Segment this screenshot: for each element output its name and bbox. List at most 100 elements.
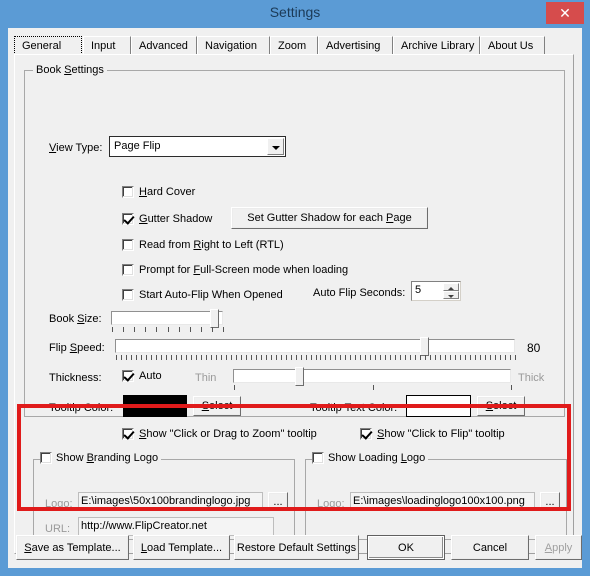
- dialog-client-area: General Input Advanced Navigation Zoom A…: [8, 28, 582, 568]
- flip-tooltip-checkbox-row[interactable]: Show "Click to Flip" tooltip: [360, 428, 505, 440]
- auto-flip-checkbox-row[interactable]: Start Auto-Flip When Opened: [122, 289, 283, 301]
- tab-page-general: Book Settings View Type: Page Flip Hard …: [14, 54, 574, 554]
- tab-archive-library[interactable]: Archive Library: [393, 36, 480, 55]
- tab-advanced[interactable]: Advanced: [131, 36, 197, 55]
- thickness-label: Thickness:: [49, 372, 102, 384]
- tab-about-us[interactable]: About Us: [480, 36, 545, 55]
- load-template-label: Load Template...: [140, 541, 223, 554]
- tooltip-color-select-label: Select: [201, 400, 233, 412]
- load-template-button[interactable]: Load Template...: [133, 535, 230, 560]
- branding-logo-path-input[interactable]: E:\images\50x100brandinglogo.jpg: [78, 492, 263, 511]
- book-size-slider-ticks: [112, 327, 224, 333]
- branding-logo-browse-label: ...: [273, 495, 283, 508]
- tooltip-color-swatch[interactable]: [123, 395, 187, 417]
- fullscreen-prompt-checkbox-row[interactable]: Prompt for Full-Screen mode when loading: [122, 264, 348, 276]
- settings-window: Settings ✕ General Input Advanced Naviga…: [0, 0, 590, 576]
- rtl-checkbox-row[interactable]: Read from Right to Left (RTL): [122, 239, 284, 251]
- close-icon[interactable]: ✕: [546, 2, 584, 24]
- thickness-slider-track[interactable]: [233, 369, 511, 383]
- thickness-auto-label: Auto: [139, 370, 162, 382]
- auto-flip-seconds-stepper[interactable]: 5: [411, 281, 461, 301]
- loading-logo-browse-label: ...: [545, 495, 555, 508]
- book-size-label: Book Size:: [49, 313, 102, 325]
- branding-logo-url-label: URL:: [45, 523, 71, 535]
- auto-flip-label: Start Auto-Flip When Opened: [139, 289, 283, 301]
- view-type-label: View Type:: [49, 142, 103, 154]
- cancel-label: Cancel: [472, 541, 508, 554]
- zoom-tooltip-checkbox-row[interactable]: Show "Click or Drag to Zoom" tooltip: [122, 428, 317, 440]
- zoom-tooltip-checkbox[interactable]: [122, 428, 134, 440]
- stepper-down-icon[interactable]: [443, 291, 459, 299]
- save-as-template-button[interactable]: Save as Template...: [16, 535, 129, 560]
- loading-logo-title-row[interactable]: Show Loading Logo: [312, 452, 429, 464]
- gutter-shadow-checkbox[interactable]: [122, 213, 134, 225]
- ok-label: OK: [398, 541, 414, 554]
- branding-logo-path-label: Logo:: [45, 498, 73, 510]
- rtl-checkbox[interactable]: [122, 239, 134, 251]
- fullscreen-prompt-checkbox[interactable]: [122, 264, 134, 276]
- loading-logo-path-label: Logo:: [317, 498, 345, 510]
- window-title: Settings: [269, 4, 321, 20]
- chevron-down-icon[interactable]: [267, 138, 284, 155]
- tooltip-text-color-label: Tooltip Text Color:: [310, 402, 398, 414]
- show-branding-logo-label: Show Branding Logo: [56, 452, 159, 464]
- flip-speed-label: Flip Speed:: [49, 342, 105, 354]
- thin-label: Thin: [195, 372, 217, 384]
- thickness-auto-checkbox[interactable]: [122, 370, 134, 382]
- thickness-auto-checkbox-row[interactable]: Auto: [122, 370, 162, 382]
- tab-input[interactable]: Input: [83, 36, 131, 55]
- tab-strip: General Input Advanced Navigation Zoom A…: [14, 36, 574, 56]
- flip-tooltip-checkbox[interactable]: [360, 428, 372, 440]
- hard-cover-checkbox[interactable]: [122, 186, 134, 198]
- view-type-combobox[interactable]: Page Flip: [109, 136, 286, 157]
- rtl-label: Read from Right to Left (RTL): [139, 239, 284, 251]
- tooltip-color-select-button[interactable]: Select: [193, 396, 241, 416]
- set-gutter-shadow-button[interactable]: Set Gutter Shadow for each Page: [231, 207, 428, 229]
- show-branding-logo-checkbox[interactable]: [40, 452, 52, 464]
- branding-logo-browse-button[interactable]: ...: [268, 492, 288, 511]
- flip-speed-slider-ticks: [116, 355, 516, 361]
- tooltip-text-color-select-label: Select: [485, 400, 517, 412]
- fullscreen-prompt-label: Prompt for Full-Screen mode when loading: [139, 264, 349, 276]
- cancel-button[interactable]: Cancel: [451, 535, 529, 560]
- thickness-slider-thumb[interactable]: [295, 367, 304, 386]
- loading-logo-browse-button[interactable]: ...: [540, 492, 560, 511]
- hard-cover-checkbox-row[interactable]: Hard Cover: [122, 186, 195, 198]
- book-size-slider-track[interactable]: [111, 311, 223, 325]
- apply-button[interactable]: Apply: [535, 535, 582, 560]
- save-as-template-label: Save as Template...: [24, 541, 121, 554]
- show-loading-logo-label: Show Loading Logo: [328, 452, 426, 464]
- restore-defaults-button[interactable]: Restore Default Settings: [234, 535, 359, 560]
- restore-defaults-label: Restore Default Settings: [236, 541, 357, 554]
- tooltip-text-color-select-button[interactable]: Select: [477, 396, 525, 416]
- loading-logo-path-input[interactable]: E:\images\loadinglogo100x100.png: [350, 492, 535, 511]
- gutter-shadow-label: Gutter Shadow: [139, 213, 213, 225]
- tab-general[interactable]: General: [14, 36, 82, 55]
- tab-zoom[interactable]: Zoom: [270, 36, 318, 55]
- zoom-tooltip-label: Show "Click or Drag to Zoom" tooltip: [139, 428, 317, 440]
- flip-speed-value: 80: [527, 341, 541, 355]
- tab-navigation[interactable]: Navigation: [197, 36, 270, 55]
- tab-advertising[interactable]: Advertising: [318, 36, 393, 55]
- thick-label: Thick: [518, 372, 545, 384]
- flip-speed-slider-track[interactable]: [115, 339, 515, 353]
- set-gutter-shadow-button-label: Set Gutter Shadow for each Page: [247, 212, 412, 224]
- auto-flip-seconds-buttons[interactable]: [443, 283, 459, 299]
- book-settings-group: Book Settings: [24, 64, 565, 417]
- book-size-slider-thumb[interactable]: [210, 309, 219, 328]
- flip-speed-slider-thumb[interactable]: [420, 337, 429, 356]
- stepper-up-icon[interactable]: [443, 283, 459, 291]
- tooltip-color-label: Tooltip Color:: [49, 402, 114, 414]
- show-loading-logo-checkbox[interactable]: [312, 452, 324, 464]
- branding-logo-title-row[interactable]: Show Branding Logo: [40, 452, 162, 464]
- gutter-shadow-checkbox-row[interactable]: Gutter Shadow: [122, 213, 212, 225]
- auto-flip-checkbox[interactable]: [122, 289, 134, 301]
- hard-cover-label: Hard Cover: [139, 186, 196, 198]
- ok-button[interactable]: OK: [367, 535, 445, 560]
- thickness-slider-ticks: [234, 385, 512, 391]
- branding-logo-url-input[interactable]: http://www.FlipCreator.net: [78, 517, 274, 536]
- tooltip-text-color-swatch[interactable]: [406, 395, 471, 417]
- title-bar: Settings ✕: [0, 0, 590, 28]
- auto-flip-seconds-label: Auto Flip Seconds:: [313, 287, 406, 299]
- auto-flip-seconds-value: 5: [415, 284, 422, 296]
